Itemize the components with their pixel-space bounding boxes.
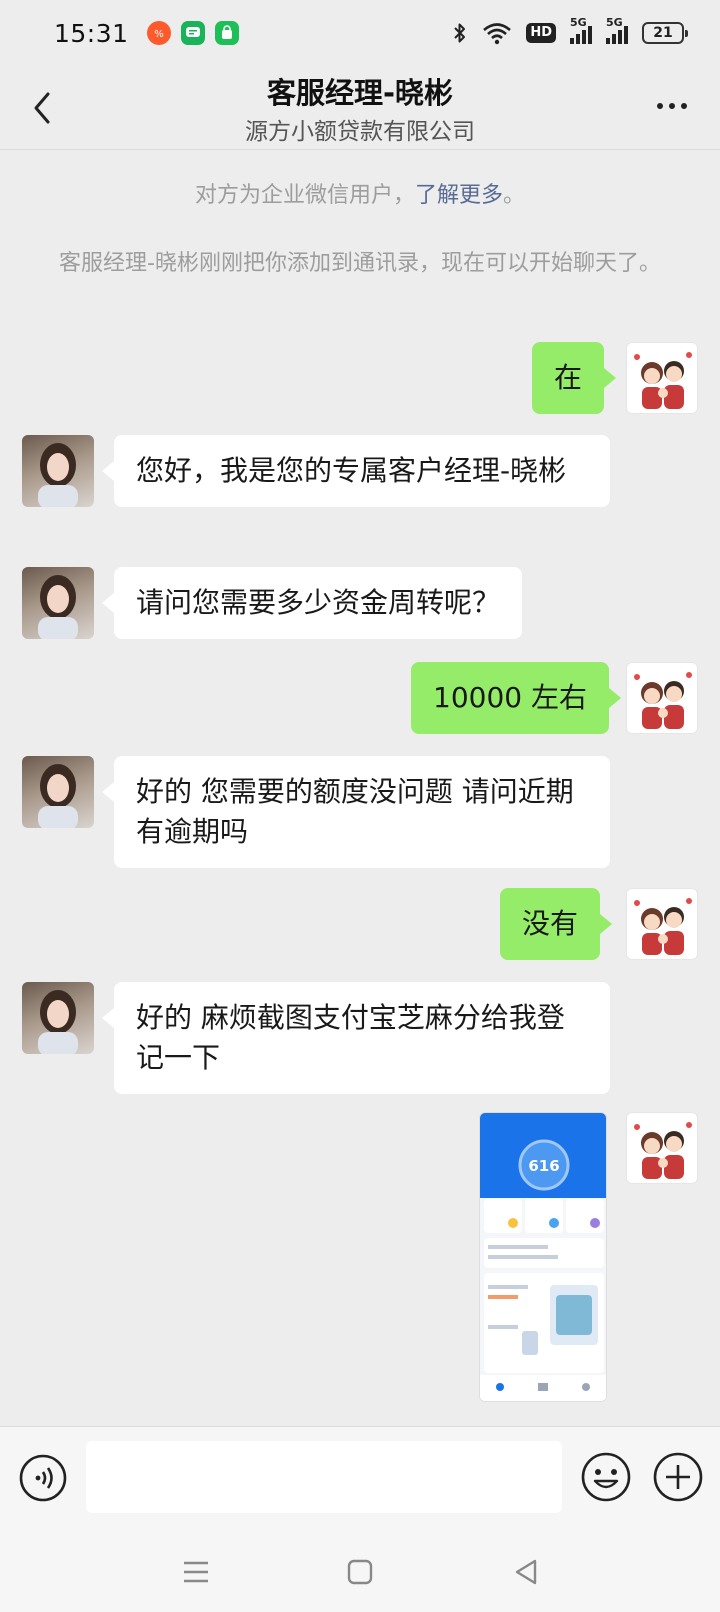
signal-icon: 5G [570,16,592,44]
message-text: 请问您需要多少资金周转呢？ [136,586,501,619]
battery-level: 21 [653,25,673,41]
message-bubble-peer[interactable]: 请问您需要多少资金周转呢？ [101,567,523,639]
voice-icon [19,1454,67,1502]
dot-icon [669,103,675,109]
message-bubble-self[interactable]: 没有 [500,888,613,960]
learn-more-link[interactable]: 了解更多 [415,183,503,208]
app-notification-icon: % [146,21,171,45]
back-nav-button[interactable] [508,1554,544,1590]
self-avatar[interactable] [626,888,698,960]
status-indicators: HD 5G 5G 21 [452,16,688,45]
battery-icon: 21 [642,22,688,44]
message-text: 好的 麻烦截图支付宝芝麻分给我登记一下 [136,1001,565,1074]
message-text: 在 [554,361,583,394]
peer-avatar[interactable] [22,982,94,1054]
peer-avatar[interactable] [22,756,94,828]
contact-added-note: 客服经理-晓彬刚刚把你添加到通讯录，现在可以开始聊天了。 [59,251,661,276]
chat-title: 客服经理-晓彬 [266,76,454,110]
message-bubble-peer[interactable]: 好的 您需要的额度没问题 请问近期有逾期吗 [102,756,610,868]
message-notification-icon [180,21,205,45]
voice-input-button[interactable] [18,1453,68,1503]
triangle-back-icon [515,1559,537,1585]
message-text: 10000 左右 [433,681,587,714]
message-input[interactable] [86,1441,562,1513]
chat-subtitle: 源方小额贷款有限公司 [245,119,475,145]
signal-icon-2: 5G [606,16,628,44]
self-avatar[interactable] [626,1112,698,1184]
home-square-icon [347,1559,373,1585]
bluetooth-icon [454,23,466,43]
store-notification-icon [214,21,239,45]
message-text: 您好，我是您的专属客户经理-晓彬 [136,454,567,487]
more-functions-button[interactable] [652,1451,704,1503]
message-bubble-self[interactable]: 在 [532,342,617,414]
svg-text:%: % [154,29,164,40]
status-bar: 15:31 % HD 5G 5G 21 [0,0,720,66]
self-avatar[interactable] [626,662,698,734]
image-message[interactable]: 616 [479,1112,607,1402]
message-text: 没有 [522,907,579,940]
plus-icon [653,1452,703,1502]
dot-icon [657,103,663,109]
notification-icons: % [146,21,239,45]
menu-nav-button[interactable] [178,1554,214,1590]
dot-icon [681,103,687,109]
enterprise-note-text: 对方为企业微信用户， [194,183,415,208]
emoji-button[interactable] [580,1451,632,1503]
system-nav-bar [0,1532,720,1612]
menu-icon [184,1561,208,1583]
home-nav-button[interactable] [342,1554,378,1590]
emoji-icon [581,1452,631,1502]
message-bubble-self[interactable]: 10000 左右 [411,662,621,734]
sesame-score: 616 [528,1157,559,1175]
message-bubble-peer[interactable]: 您好，我是您的专属客户经理-晓彬 [102,435,610,507]
message-text: 好的 您需要的额度没问题 请问近期有逾期吗 [136,775,574,848]
input-bar [0,1426,720,1532]
self-avatar[interactable] [626,342,698,414]
status-time: 15:31 [54,18,129,48]
chat-header: 客服经理-晓彬 源方小额贷款有限公司 [0,66,720,150]
enterprise-user-note: 对方为企业微信用户，了解更多。 [40,178,680,214]
peer-avatar[interactable] [22,567,94,639]
enterprise-note-tail: 。 [503,183,526,208]
peer-avatar[interactable] [22,435,94,507]
hd-badge: HD [526,23,556,43]
wifi-icon [483,23,512,45]
message-bubble-peer[interactable]: 好的 麻烦截图支付宝芝麻分给我登记一下 [102,982,610,1094]
more-options-button[interactable] [652,96,692,116]
